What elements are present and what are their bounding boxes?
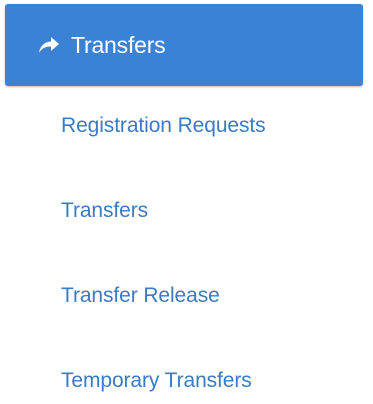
menu-item-transfers[interactable]: Transfers [61,199,148,223]
menu-item-transfer-release[interactable]: Transfer Release [61,284,220,308]
transfers-menu: Transfers Registration Requests Transfer… [0,0,373,404]
menu-header-transfers[interactable]: Transfers [5,4,363,86]
menu-item-temporary-transfers[interactable]: Temporary Transfers [61,369,252,393]
share-arrow-icon [37,33,61,57]
menu-header-label: Transfers [71,31,166,58]
menu-item-registration-requests[interactable]: Registration Requests [61,114,266,138]
